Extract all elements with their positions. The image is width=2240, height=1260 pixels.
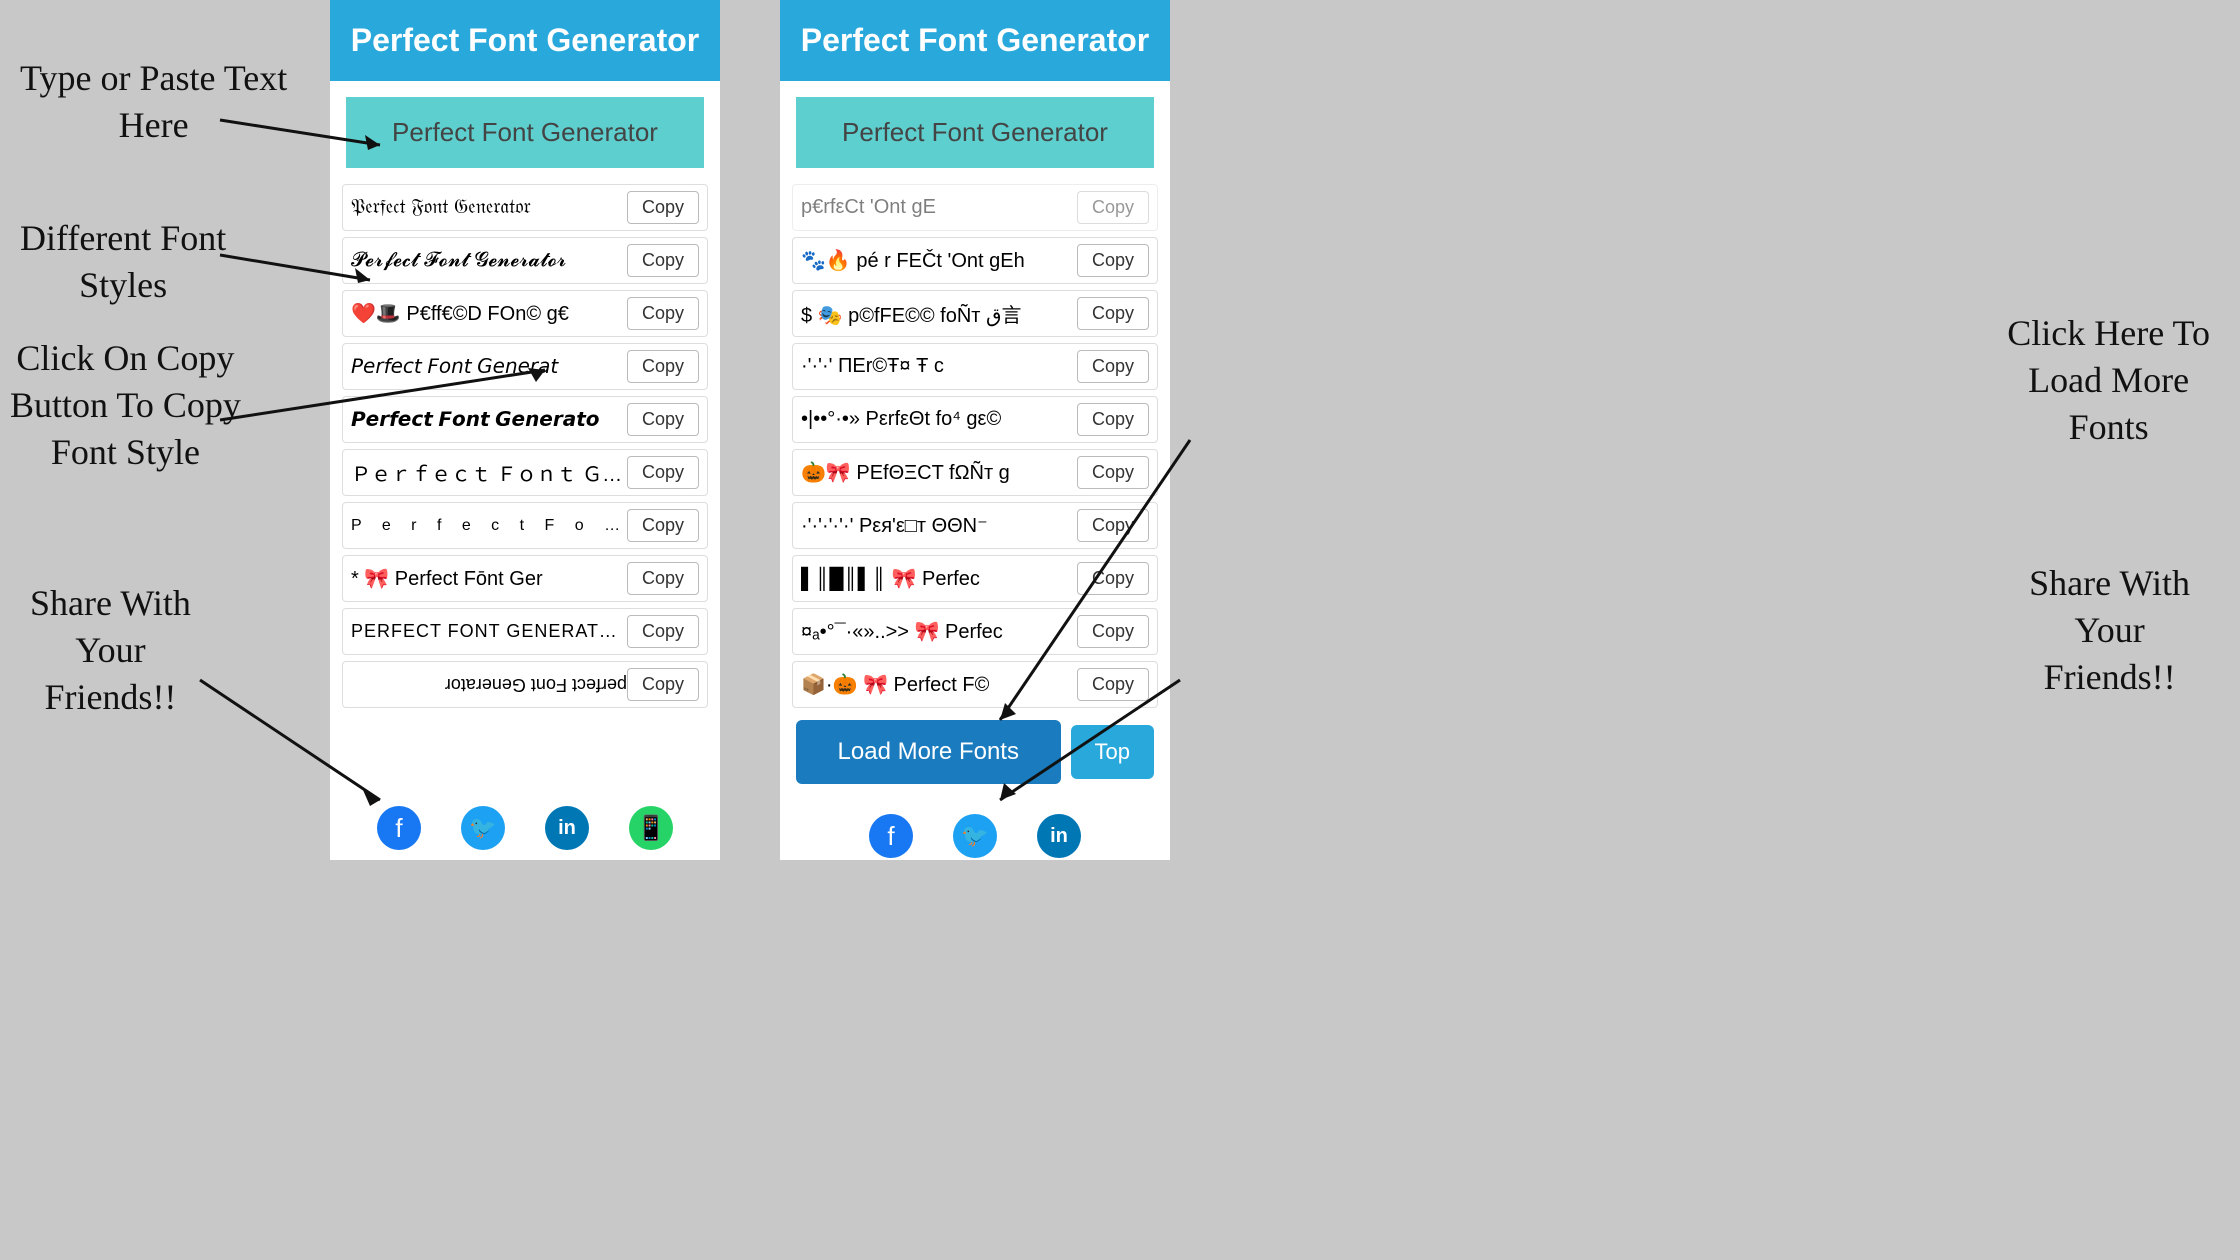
font-text: 📦·🎃 🎀 Perfect F©	[801, 672, 1077, 697]
table-row: ❤️🎩 P€ff€©D FOn© g€ Copy	[342, 290, 708, 337]
table-row: * 🎀 Perfect Fōnt Ger Copy	[342, 555, 708, 602]
linkedin-icon[interactable]: in	[1037, 814, 1081, 858]
font-text: perfect Font Generator	[351, 674, 627, 695]
font-text: ·'·'·' ΠΕr©Ŧ¤ Ŧ c	[801, 355, 1077, 378]
panel1-header: Perfect Font Generator	[330, 0, 720, 81]
whatsapp-icon[interactable]: 📱	[629, 806, 673, 850]
table-row: ·'·'·' ΠΕr©Ŧ¤ Ŧ c Copy	[792, 343, 1158, 390]
font-text: 𝔓𝔢𝔯𝔣𝔢𝔠𝔱 𝔉𝔬𝔫𝔱 𝔊𝔢𝔫𝔢𝔯𝔞𝔱𝔬𝔯	[351, 196, 627, 219]
panel1-input[interactable]	[346, 97, 704, 168]
facebook-icon[interactable]: f	[377, 806, 421, 850]
table-row: ¤ₐ•°¯·«»..>> 🎀 Perfec Copy	[792, 608, 1158, 655]
copy-button[interactable]: Copy	[1077, 403, 1149, 436]
copy-button[interactable]: Copy	[1077, 297, 1149, 330]
font-text: * 🎀 Perfect Fōnt Ger	[351, 566, 627, 591]
copy-button[interactable]: Copy	[627, 509, 699, 542]
annotation-click-copy: Click On CopyButton To CopyFont Style	[10, 335, 241, 475]
annotation-diff-fonts: Different FontStyles	[20, 215, 226, 309]
copy-button[interactable]: Copy	[1077, 244, 1149, 277]
font-text: P e r f e c t F o n t	[351, 517, 627, 535]
phone-panel-1: Perfect Font Generator 𝔓𝔢𝔯𝔣𝔢𝔠𝔱 𝔉𝔬𝔫𝔱 𝔊𝔢𝔫𝔢…	[330, 0, 720, 860]
panel2-font-list: p€rfεCt 'Ont gE Copy 🐾🔥 pé r FEČt 'Ont g…	[780, 184, 1170, 708]
copy-button[interactable]: Copy	[627, 403, 699, 436]
facebook-icon[interactable]: f	[869, 814, 913, 858]
copy-button[interactable]: Copy	[627, 456, 699, 489]
panel1-font-list: 𝔓𝔢𝔯𝔣𝔢𝔠𝔱 𝔉𝔬𝔫𝔱 𝔊𝔢𝔫𝔢𝔯𝔞𝔱𝔬𝔯 Copy 𝓟𝓮𝓻𝓯𝓮𝓬𝓽 𝓕𝓸𝓷𝓽…	[330, 184, 720, 708]
font-text: ¤ₐ•°¯·«»..>> 🎀 Perfec	[801, 619, 1077, 644]
copy-button[interactable]: Copy	[1077, 615, 1149, 648]
copy-button[interactable]: Copy	[627, 350, 699, 383]
font-text: ▌║█║▌║ 🎀 Perfec	[801, 566, 1077, 591]
copy-button[interactable]: Copy	[1077, 350, 1149, 383]
font-text: PERFECT FONT GENERATOR	[351, 621, 627, 642]
top-button[interactable]: Top	[1071, 725, 1154, 779]
panel2-social-bar: f 🐦 in	[780, 796, 1170, 868]
font-text: 🐾🔥 pé r FEČt 'Ont gEh	[801, 248, 1077, 273]
panel2-input[interactable]	[796, 97, 1154, 168]
linkedin-icon[interactable]: in	[545, 806, 589, 850]
load-more-button[interactable]: Load More Fonts	[796, 720, 1061, 784]
table-row: 🎃🎀 ΡΕfΘΞCΤ fΩÑт g Copy	[792, 449, 1158, 496]
annotation-type-here: Type or Paste TextHere	[20, 55, 287, 149]
twitter-icon[interactable]: 🐦	[461, 806, 505, 850]
font-text: ·'·'·'·'·' Ρεя'ε□т ΘΘΝ⁻	[801, 513, 1077, 538]
annotation-share-right: Share WithYourFriends!!	[2029, 560, 2190, 700]
font-text: 🎃🎀 ΡΕfΘΞCΤ fΩÑт g	[801, 460, 1077, 485]
copy-button[interactable]: Copy	[1077, 562, 1149, 595]
font-text: $ 🎭 p©fFE©© foÑт ق言	[801, 299, 1077, 328]
table-row: 📦·🎃 🎀 Perfect F© Copy	[792, 661, 1158, 708]
font-text: p€rfεCt 'Ont gE	[801, 196, 1077, 219]
copy-button[interactable]: Copy	[627, 615, 699, 648]
copy-button[interactable]: Copy	[627, 562, 699, 595]
table-row: 𝙋𝙚𝙧𝙛𝙚𝙘𝙩 𝙁𝙤𝙣𝙩 𝙂𝙚𝙣𝙚𝙧𝙖𝙩𝙤 Copy	[342, 396, 708, 443]
panel2-header: Perfect Font Generator	[780, 0, 1170, 81]
twitter-icon[interactable]: 🐦	[953, 814, 997, 858]
panel1-title: Perfect Font Generator	[346, 22, 704, 59]
table-row: ▌║█║▌║ 🎀 Perfec Copy	[792, 555, 1158, 602]
copy-button[interactable]: Copy	[1077, 668, 1149, 701]
font-text: •|••°·•» PεrfεΘt fo⁴ gε©	[801, 408, 1077, 431]
font-text: ❤️🎩 P€ff€©D FOn© g€	[351, 301, 627, 326]
table-row: Ｐｅｒｆｅｃｔ Ｆｏｎｔ Ｇｅｎｅｒ Copy	[342, 449, 708, 496]
panel2-title: Perfect Font Generator	[796, 22, 1154, 59]
copy-button[interactable]: Copy	[627, 297, 699, 330]
copy-button[interactable]: Copy	[627, 191, 699, 224]
copy-button[interactable]: Copy	[1077, 191, 1149, 224]
table-row: ·'·'·'·'·' Ρεя'ε□т ΘΘΝ⁻ Copy	[792, 502, 1158, 549]
font-text: 𝘗𝘦𝘳𝘧𝘦𝘤𝘵 𝘍𝘰𝘯𝘵 𝘎𝘦𝘯𝘦𝘳𝘢𝘵	[351, 354, 627, 379]
table-row: perfect Font Generator Copy	[342, 661, 708, 708]
table-row: p€rfεCt 'Ont gE Copy	[792, 184, 1158, 231]
table-row: 𝔓𝔢𝔯𝔣𝔢𝔠𝔱 𝔉𝔬𝔫𝔱 𝔊𝔢𝔫𝔢𝔯𝔞𝔱𝔬𝔯 Copy	[342, 184, 708, 231]
table-row: 🐾🔥 pé r FEČt 'Ont gEh Copy	[792, 237, 1158, 284]
annotation-share-left: Share WithYourFriends!!	[30, 580, 191, 720]
font-text: Ｐｅｒｆｅｃｔ Ｆｏｎｔ Ｇｅｎｅｒ	[351, 458, 627, 487]
table-row: 𝓟𝓮𝓻𝓯𝓮𝓬𝓽 𝓕𝓸𝓷𝓽 𝓖𝓮𝓷𝓮𝓻𝓪𝓽𝓸𝓻 Copy	[342, 237, 708, 284]
phone-panel-2: Perfect Font Generator p€rfεCt 'Ont gE C…	[780, 0, 1170, 860]
copy-button[interactable]: Copy	[627, 668, 699, 701]
font-text: 𝓟𝓮𝓻𝓯𝓮𝓬𝓽 𝓕𝓸𝓷𝓽 𝓖𝓮𝓷𝓮𝓻𝓪𝓽𝓸𝓻	[351, 249, 627, 272]
copy-button[interactable]: Copy	[1077, 456, 1149, 489]
font-text: 𝙋𝙚𝙧𝙛𝙚𝙘𝙩 𝙁𝙤𝙣𝙩 𝙂𝙚𝙣𝙚𝙧𝙖𝙩𝙤	[351, 407, 627, 432]
table-row: 𝘗𝘦𝘳𝘧𝘦𝘤𝘵 𝘍𝘰𝘯𝘵 𝘎𝘦𝘯𝘦𝘳𝘢𝘵 Copy	[342, 343, 708, 390]
table-row: $ 🎭 p©fFE©© foÑт ق言 Copy	[792, 290, 1158, 337]
table-row: •|••°·•» PεrfεΘt fo⁴ gε© Copy	[792, 396, 1158, 443]
table-row: PERFECT FONT GENERATOR Copy	[342, 608, 708, 655]
copy-button[interactable]: Copy	[627, 244, 699, 277]
copy-button[interactable]: Copy	[1077, 509, 1149, 542]
annotation-load-more: Click Here ToLoad MoreFonts	[2007, 310, 2210, 450]
panel1-social-bar: f 🐦 in 📱	[330, 788, 720, 860]
table-row: P e r f e c t F o n t Copy	[342, 502, 708, 549]
